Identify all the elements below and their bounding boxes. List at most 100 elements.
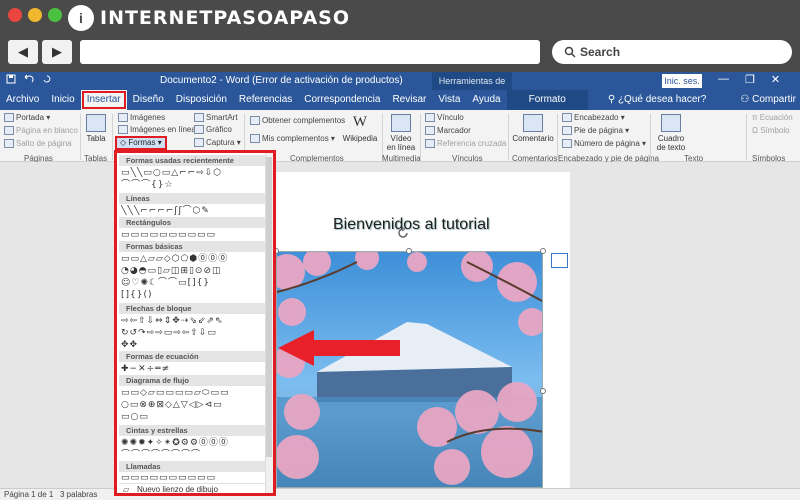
address-bar[interactable]: [80, 40, 540, 64]
comment-button[interactable]: Comentario: [512, 114, 554, 143]
save-icon[interactable]: [6, 74, 16, 84]
chart-button[interactable]: Gráfico: [194, 125, 232, 135]
online-images-button[interactable]: Imágenes en línea: [118, 125, 196, 135]
bookmark-label: Marcador: [437, 126, 471, 135]
group-separator: [650, 114, 651, 160]
my-addins-label: Mis complementos: [262, 134, 329, 143]
share-label: Compartir: [752, 94, 796, 105]
scroll-thumb[interactable]: [266, 157, 272, 457]
blank-page-button[interactable]: Página en blanco: [4, 126, 78, 136]
shape-row[interactable]: ☺♡✺☾⌒⌒▭[]{}: [121, 277, 267, 289]
bookmark-button[interactable]: Marcador: [425, 126, 471, 136]
wikipedia-button[interactable]: W Wikipedia: [342, 114, 378, 143]
page-break-label: Salto de página: [16, 139, 72, 148]
link-button[interactable]: Vínculo: [425, 113, 464, 123]
shape-row[interactable]: []{}(): [121, 289, 267, 301]
tab-diseno[interactable]: Diseño: [127, 90, 170, 110]
minimize-window-icon[interactable]: [28, 8, 42, 22]
new-canvas-label: Nuevo lienzo de dibujo: [137, 485, 218, 494]
shape-row[interactable]: ↻↺↷⇨⇨▭⇨⇦⇧⇩▭: [121, 327, 267, 339]
tab-vista[interactable]: Vista: [432, 90, 466, 110]
share-button[interactable]: ⚇ Compartir: [734, 90, 800, 110]
table-label: Tabla: [86, 134, 106, 143]
resize-handle[interactable]: [540, 248, 546, 254]
restore-icon[interactable]: ❐: [745, 73, 755, 86]
maximize-window-icon[interactable]: [48, 8, 62, 22]
close-icon[interactable]: ✕: [771, 73, 780, 86]
shape-row[interactable]: ✚−✕÷═≠: [121, 363, 267, 375]
smartart-button[interactable]: SmartArt: [194, 113, 238, 123]
shape-row[interactable]: ⌒⌒⌒{}☆: [121, 179, 267, 191]
shape-row[interactable]: ✺✺✹✦✧✴✪⚙⚙⓪⓪⓪: [121, 437, 267, 449]
get-addins-button[interactable]: Obtener complementos: [250, 116, 345, 126]
equation-button[interactable]: π Ecuación: [752, 113, 793, 122]
back-button[interactable]: ◀: [8, 40, 38, 64]
header-button[interactable]: Encabezado ▾: [562, 113, 625, 123]
logo-icon: i: [68, 5, 94, 31]
fuji-cherry-blossom-image[interactable]: [276, 251, 543, 488]
shape-row[interactable]: ◔◕◓▭▯▱◫⊞▯⊙⊘◫: [121, 265, 267, 277]
shape-row[interactable]: ⇨⇦⇧⇩⇔⇕✥⇢⇘⇙⇗⇖: [121, 315, 267, 327]
my-addins-button[interactable]: Mis complementos ▾: [250, 134, 335, 144]
page-break-button[interactable]: Salto de página: [4, 139, 72, 149]
quick-access-toolbar: [6, 74, 52, 84]
images-button[interactable]: Imágenes: [118, 113, 165, 123]
undo-icon[interactable]: [24, 74, 34, 84]
screenshot-button[interactable]: Captura ▾: [194, 138, 241, 148]
table-button[interactable]: Tabla: [84, 114, 108, 143]
cross-reference-button[interactable]: Referencia cruzada: [425, 139, 506, 149]
redo-icon[interactable]: [42, 74, 52, 84]
shape-row[interactable]: ▭▭◇▱▭▭▭▭▱⬭▭▭: [121, 387, 267, 399]
rotate-handle-icon[interactable]: [396, 226, 410, 240]
online-video-label: Vídeo en línea: [386, 134, 416, 152]
tab-disposicion[interactable]: Disposición: [170, 90, 233, 110]
site-search-input[interactable]: Search: [552, 40, 792, 64]
forward-button[interactable]: ▶: [42, 40, 72, 64]
tab-inicio[interactable]: Inicio: [45, 90, 80, 110]
close-window-icon[interactable]: [8, 8, 22, 22]
shapes-button[interactable]: ◇ Formas ▾: [115, 136, 167, 150]
shape-row[interactable]: ▭▭△▱▱◇⬡⬠⬢⓪⓪⓪: [121, 253, 267, 265]
chart-label: Gráfico: [206, 125, 232, 134]
tab-formato[interactable]: Formato: [506, 90, 588, 110]
blank-page-label: Página en blanco: [16, 126, 78, 135]
shape-row[interactable]: ✥✥: [121, 339, 267, 351]
shape-row[interactable]: ○▭⊗⊕⊠◇△▽◁▷⊲▭: [121, 399, 267, 411]
footer-button[interactable]: Pie de página ▾: [562, 126, 629, 136]
tab-revisar[interactable]: Revisar: [386, 90, 432, 110]
layout-options-icon[interactable]: [551, 253, 568, 268]
new-drawing-canvas-button[interactable]: ▱ Nuevo lienzo de dibujo: [119, 483, 267, 494]
shape-row[interactable]: ╲╲╲⌐⌐⌐⌐ʃʃ⌒⬡✎: [121, 205, 267, 217]
portada-button[interactable]: Portada ▾: [4, 113, 50, 123]
tell-me-search[interactable]: ⚲ ¿Qué desea hacer?: [602, 90, 713, 110]
document-heading[interactable]: Bienvenidos al tutorial: [333, 216, 490, 234]
word-count: 3 palabras: [60, 490, 98, 499]
minimize-icon[interactable]: —: [718, 73, 729, 86]
text-box-button[interactable]: Cuadro de texto: [654, 114, 688, 152]
shape-row[interactable]: ⌒⌒⌒⌒⌒⌒⌒⌒: [121, 449, 267, 461]
shape-row[interactable]: ▭○▭: [121, 411, 267, 423]
resize-handle[interactable]: [540, 388, 546, 394]
site-logo[interactable]: i INTERNETPASOAPASO: [68, 4, 350, 32]
shapes-scrollbar[interactable]: [265, 153, 273, 493]
online-video-button[interactable]: Vídeo en línea: [386, 114, 416, 152]
tab-ayuda[interactable]: Ayuda: [466, 90, 506, 110]
shape-row[interactable]: ▭▭▭▭▭▭▭▭▭▭: [121, 229, 267, 241]
tab-correspondencia[interactable]: Correspondencia: [298, 90, 386, 110]
tab-referencias[interactable]: Referencias: [233, 90, 298, 110]
page-number-button[interactable]: Número de página ▾: [562, 139, 646, 149]
person-icon: ⚇: [740, 94, 753, 105]
equation-label: Ecuación: [759, 113, 793, 122]
comment-icon: [523, 114, 543, 132]
resize-handle[interactable]: [406, 248, 412, 254]
tab-archivo[interactable]: Archivo: [0, 90, 45, 110]
sign-in-button[interactable]: Inic. ses.: [662, 74, 702, 88]
tab-insertar[interactable]: Insertar: [80, 90, 127, 110]
category-stars-banners: Cintas y estrellas: [119, 425, 267, 436]
page-number-label: Número de página: [574, 139, 640, 148]
shapes-gallery[interactable]: Formas usadas recientemente ▭╲╲▭○▭△⌐⌐⇨⇩⬡…: [114, 150, 276, 496]
smartart-icon: [194, 113, 204, 123]
page-number-icon: [562, 139, 572, 149]
shape-row[interactable]: ▭╲╲▭○▭△⌐⌐⇨⇩⬡: [121, 167, 267, 179]
symbol-button[interactable]: Ω Símbolo: [752, 126, 790, 135]
